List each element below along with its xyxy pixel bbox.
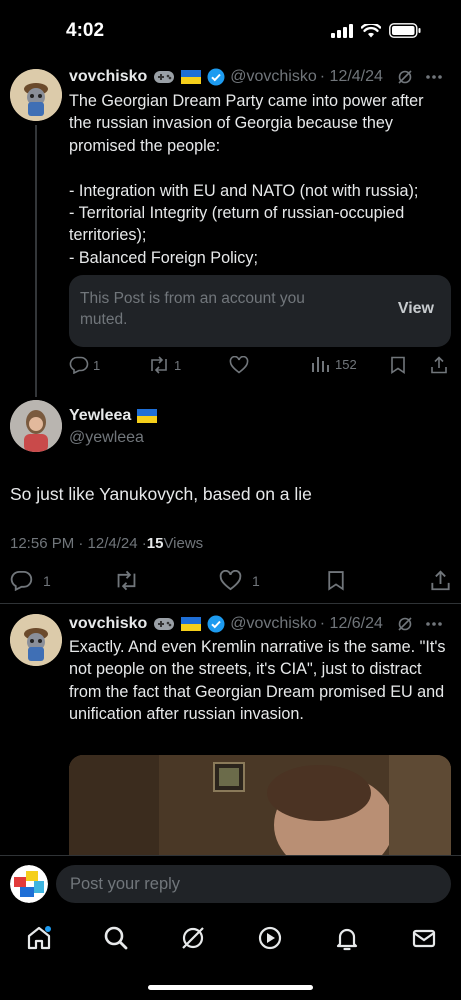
heart-icon <box>229 356 249 374</box>
reply-count: 1 <box>93 357 101 373</box>
views-count: 152 <box>335 356 357 372</box>
notification-dot <box>45 926 51 932</box>
bookmark-button[interactable] <box>327 570 345 591</box>
author-name[interactable]: Yewleea <box>69 407 131 425</box>
reply-input[interactable]: Post your reply <box>56 865 451 903</box>
post-timestamp: 12:56 PM · 12/4/24 · <box>10 535 147 552</box>
tweet-subheader: @yewleea <box>69 429 144 447</box>
post-date: · 12/4/24 <box>319 68 383 85</box>
gamepad-emoji <box>153 616 175 632</box>
avatar[interactable] <box>10 400 62 452</box>
repost-count: 1 <box>174 357 182 373</box>
mail-icon <box>412 929 436 948</box>
heart-icon <box>219 570 242 591</box>
tab-messages[interactable] <box>409 923 439 953</box>
repost-button[interactable]: 1 <box>148 356 181 374</box>
home-icon <box>27 926 51 950</box>
grok-icon <box>182 927 204 949</box>
search-icon <box>104 926 128 950</box>
more-options-icon[interactable] <box>425 621 443 627</box>
repost-icon <box>117 570 136 591</box>
repost-icon <box>151 356 167 374</box>
avatar[interactable] <box>10 614 62 666</box>
status-icons <box>331 23 421 38</box>
ukraine-flag-emoji <box>137 409 158 423</box>
tweet-text: Exactly. And even Kremlin narrative is t… <box>69 638 446 724</box>
tweet-text: So just like Yanukovych, based on a lie <box>10 484 312 504</box>
gamepad-emoji <box>153 69 175 85</box>
share-icon <box>431 570 450 591</box>
tweet-header: vovchisko @vovchisko · 12/6/24 <box>69 615 443 633</box>
tab-grok[interactable] <box>178 923 208 953</box>
status-bar: 4:02 <box>0 0 461 62</box>
bookmark-icon <box>391 356 405 374</box>
status-time: 4:02 <box>66 20 105 41</box>
bell-icon <box>336 928 358 951</box>
view-muted-button[interactable]: View <box>398 300 434 318</box>
avatar[interactable] <box>10 69 62 121</box>
author-handle[interactable]: @vovchisko <box>230 68 317 86</box>
post-date: · 12/6/24 <box>319 615 383 632</box>
bookmark-icon <box>328 571 344 591</box>
analytics-icon <box>312 357 329 372</box>
media-gif[interactable] <box>69 755 451 855</box>
author-handle[interactable]: @vovchisko <box>230 615 317 633</box>
like-button[interactable]: 1 <box>219 570 260 591</box>
like-button[interactable] <box>229 356 249 374</box>
author-name[interactable]: vovchisko <box>69 68 147 86</box>
repost-button[interactable] <box>114 570 139 591</box>
tweet-header: Yewleea <box>69 407 158 425</box>
share-button[interactable] <box>430 570 451 591</box>
reply-icon <box>10 570 33 591</box>
share-button[interactable] <box>430 356 448 374</box>
play-icon <box>258 926 282 950</box>
signal-icon <box>331 23 353 38</box>
views-label: Views <box>163 535 204 552</box>
reply-button[interactable]: 1 <box>10 570 51 591</box>
reply-icon <box>69 356 89 374</box>
bookmark-button[interactable] <box>390 356 406 374</box>
reply-button[interactable]: 1 <box>69 356 100 374</box>
muted-notice: This Post is from an account you muted. <box>80 290 305 328</box>
home-indicator[interactable] <box>148 985 313 990</box>
tab-video[interactable] <box>255 923 285 953</box>
my-avatar[interactable] <box>10 865 48 903</box>
post-meta: 12:56 PM · 12/4/24 · 15 Views <box>10 535 203 552</box>
views-button[interactable]: 152 <box>311 356 357 372</box>
tweet-header: vovchisko @vovchisko · 12/4/24 <box>69 68 443 86</box>
more-options-icon[interactable] <box>425 74 443 80</box>
tab-notifications[interactable] <box>332 923 362 953</box>
verified-badge-icon <box>207 68 225 86</box>
ukraine-flag-emoji <box>181 617 202 631</box>
grok-icon[interactable] <box>397 69 413 85</box>
divider <box>0 603 461 604</box>
grok-icon[interactable] <box>397 616 413 632</box>
author-name[interactable]: vovchisko <box>69 615 147 633</box>
tab-search[interactable] <box>101 923 131 953</box>
ukraine-flag-emoji <box>181 70 202 84</box>
like-count: 1 <box>252 572 260 589</box>
tweet-text: The Georgian Dream Party came into power… <box>69 92 424 267</box>
verified-badge-icon <box>207 615 225 633</box>
battery-icon <box>389 23 421 38</box>
muted-quote-card[interactable]: This Post is from an account you muted. … <box>69 275 451 347</box>
reply-bar: Post your reply <box>0 855 461 913</box>
reply-count: 1 <box>43 572 51 589</box>
thread-line <box>35 125 37 397</box>
views-count: 15 <box>146 535 164 552</box>
share-icon <box>431 356 447 374</box>
author-handle[interactable]: @yewleea <box>69 429 144 447</box>
wifi-icon <box>361 23 381 37</box>
tab-home[interactable] <box>24 923 54 953</box>
